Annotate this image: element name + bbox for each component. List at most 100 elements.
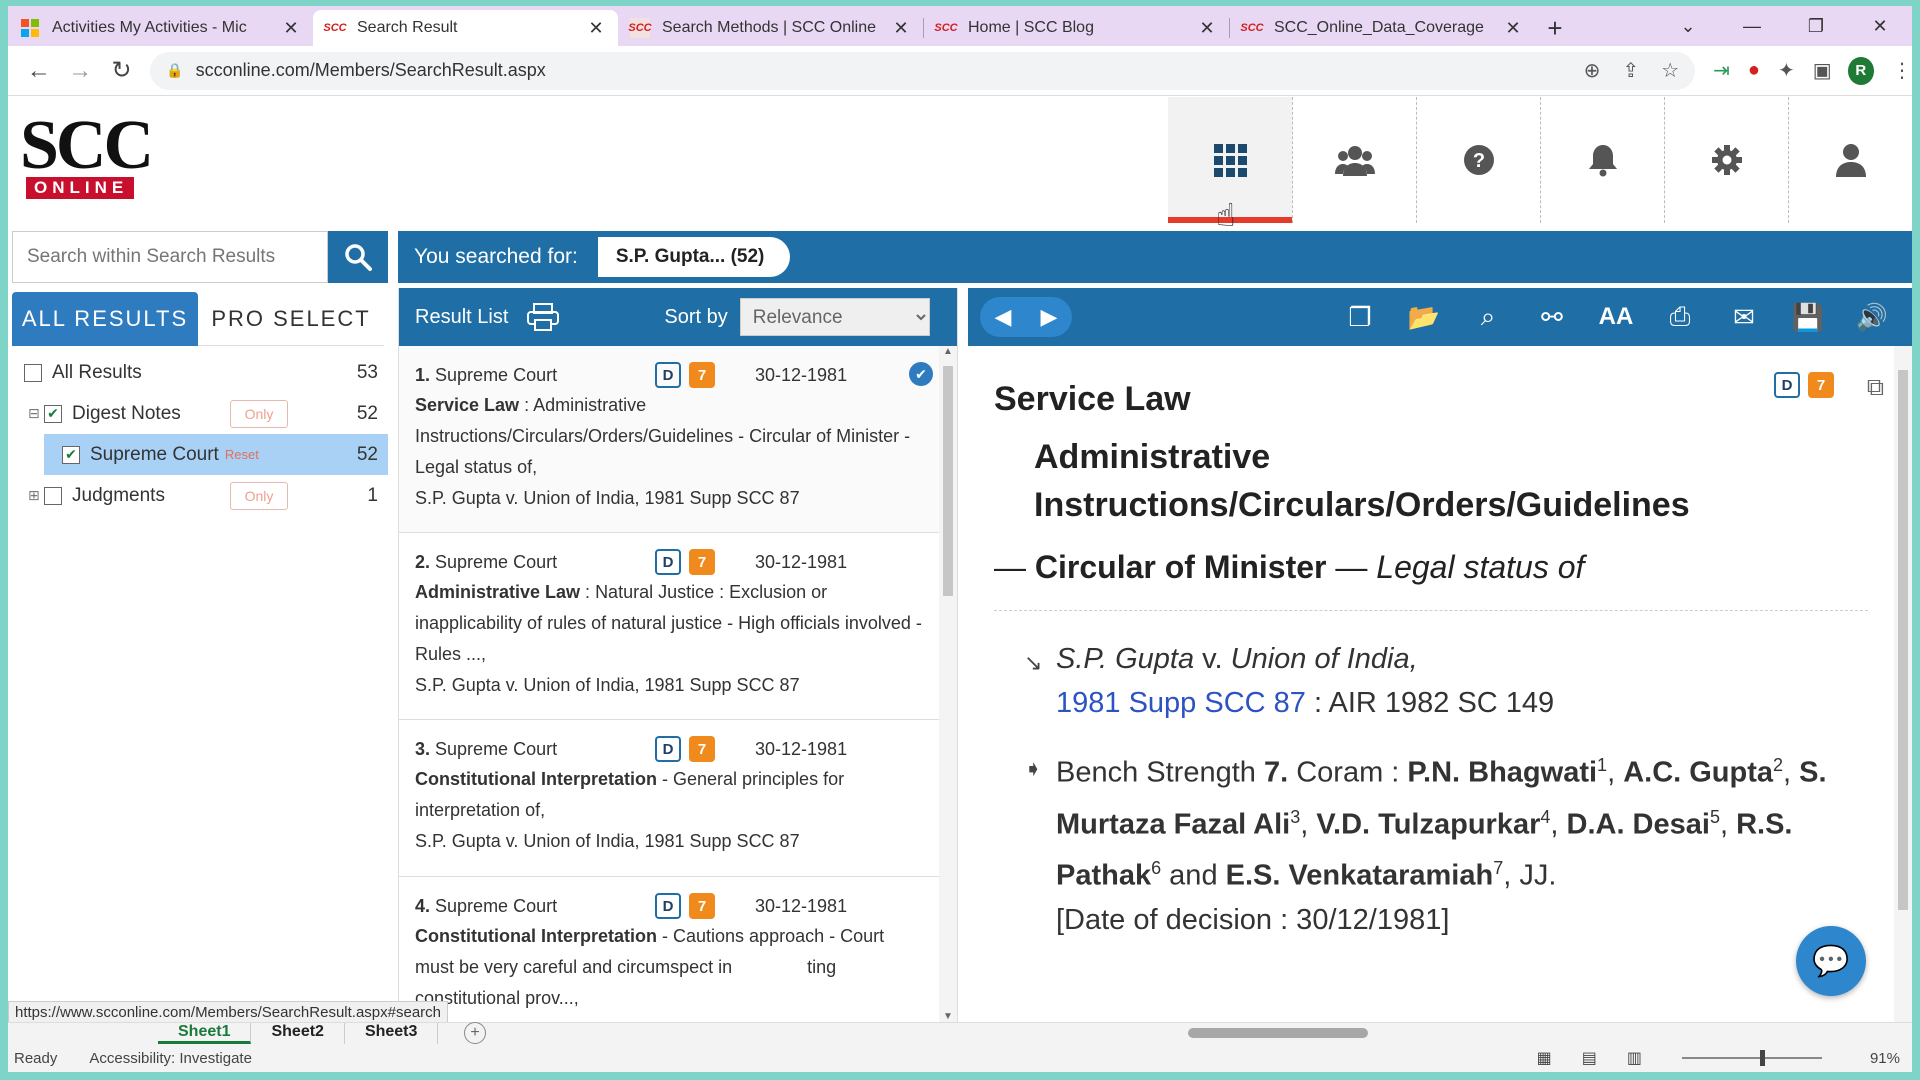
- font-size-icon[interactable]: AA: [1584, 303, 1648, 331]
- settings-button[interactable]: [1664, 97, 1788, 223]
- browser-menu-icon[interactable]: ⋮: [1892, 58, 1912, 83]
- sheet-tab[interactable]: Sheet3: [345, 1023, 439, 1044]
- result-citation[interactable]: S.P. Gupta v. Union of India, 1981 Supp …: [415, 670, 925, 701]
- result-item[interactable]: 1. Supreme Court D 7 30-12-1981 ✔ Servic…: [399, 346, 939, 533]
- horizontal-scrollbar-thumb[interactable]: [1188, 1028, 1368, 1038]
- browser-tab-data-coverage[interactable]: SCC SCC_Online_Data_Coverage ✕: [1230, 10, 1535, 46]
- scc-online-logo[interactable]: SCC ONLINE: [20, 111, 180, 205]
- scroll-down-icon[interactable]: ▼: [939, 1011, 957, 1022]
- result-court: Supreme Court: [435, 364, 558, 385]
- zoom-level[interactable]: 91%: [1870, 1050, 1900, 1067]
- search-within-input[interactable]: [12, 231, 328, 283]
- tab-search-icon[interactable]: ⌄: [1656, 16, 1720, 37]
- sort-select[interactable]: Relevance: [739, 298, 930, 336]
- browser-tab-scc-blog[interactable]: SCC Home | SCC Blog ✕: [924, 10, 1229, 46]
- print-icon[interactable]: ⎙: [1648, 301, 1712, 333]
- extensions-puzzle-icon[interactable]: ✦: [1778, 58, 1795, 83]
- search-document-icon[interactable]: ⌕: [1456, 301, 1520, 333]
- add-sheet-icon[interactable]: +: [464, 1022, 486, 1044]
- tab-title: Activities My Activities - Mic: [52, 19, 247, 36]
- open-folder-icon[interactable]: 📂: [1392, 302, 1456, 333]
- notifications-button[interactable]: [1540, 97, 1664, 223]
- extension-apple-icon[interactable]: ●: [1748, 59, 1760, 82]
- forward-arrow-icon[interactable]: →: [59, 57, 100, 85]
- sheet-tab[interactable]: Sheet1: [158, 1023, 252, 1044]
- open-external-icon[interactable]: ⧉: [1867, 374, 1884, 402]
- speaker-icon[interactable]: 🔊: [1840, 302, 1904, 333]
- citation-rest: : AIR 1982 SC 149: [1305, 687, 1555, 719]
- share-icon[interactable]: ⚯: [1520, 302, 1584, 333]
- browser-tab-search-result[interactable]: SCC Search Result ✕: [313, 10, 618, 46]
- help-button[interactable]: ?: [1416, 97, 1540, 223]
- close-tab-icon[interactable]: ✕: [1197, 18, 1217, 39]
- new-tab-icon[interactable]: +: [1535, 10, 1575, 46]
- copy-icon[interactable]: ❐: [1328, 302, 1392, 333]
- tab-pro-select[interactable]: PRO SELECT: [198, 292, 384, 346]
- filter-digest-notes[interactable]: ⊟ ✔ Digest Notes Only 52: [8, 393, 388, 434]
- result-item[interactable]: 2. Supreme Court D 7 30-12-1981 Administ…: [399, 533, 939, 720]
- minimize-icon[interactable]: —: [1720, 16, 1784, 37]
- all-results-checkbox[interactable]: [24, 363, 42, 382]
- browser-tab-search-methods[interactable]: SCC Search Methods | SCC Online ✕: [618, 10, 923, 46]
- result-citation[interactable]: S.P. Gupta v. Union of India, 1981 Supp …: [415, 483, 925, 514]
- digest-only-button[interactable]: Only: [230, 399, 288, 428]
- accessibility-status[interactable]: Accessibility: Investigate: [89, 1050, 252, 1067]
- restore-icon[interactable]: ❐: [1784, 16, 1848, 37]
- zoom-slider[interactable]: [1682, 1050, 1822, 1066]
- result-list-scrollbar[interactable]: ▲ ▼: [939, 346, 957, 1022]
- side-panel-icon[interactable]: ▣: [1813, 58, 1832, 83]
- document-heading: Service Law: [994, 380, 1191, 418]
- close-tab-icon[interactable]: ✕: [281, 18, 301, 39]
- result-item[interactable]: 3. Supreme Court D 7 30-12-1981 Constitu…: [399, 720, 939, 877]
- back-arrow-icon[interactable]: ←: [18, 57, 59, 85]
- extension-arrow-icon[interactable]: ⇥: [1713, 58, 1730, 83]
- close-tab-icon[interactable]: ✕: [891, 18, 911, 39]
- printer-icon[interactable]: [526, 302, 560, 332]
- chat-button[interactable]: 💬: [1796, 926, 1866, 996]
- filter-supreme-court[interactable]: ✔ Supreme Court Reset 52: [44, 434, 388, 475]
- judgments-only-button[interactable]: Only: [230, 481, 288, 510]
- digest-notes-checkbox[interactable]: ✔: [44, 404, 62, 423]
- email-icon[interactable]: ✉: [1712, 302, 1776, 333]
- save-icon[interactable]: 💾: [1776, 302, 1840, 333]
- scrollbar-thumb[interactable]: [943, 366, 953, 596]
- view-mode-icons[interactable]: ▦▤▥: [1537, 1048, 1672, 1068]
- citation-link[interactable]: 1981 Supp SCC 87: [1056, 687, 1306, 719]
- filter-all-results[interactable]: All Results 53: [8, 352, 388, 393]
- query-chip[interactable]: S.P. Gupta... (52): [597, 237, 791, 277]
- close-window-icon[interactable]: ✕: [1848, 16, 1912, 37]
- reload-icon[interactable]: ↻: [101, 56, 142, 85]
- bookmark-star-icon[interactable]: ☆: [1661, 58, 1679, 83]
- user-account-button[interactable]: [1788, 97, 1912, 223]
- close-tab-icon[interactable]: ✕: [1503, 18, 1523, 39]
- result-item[interactable]: 4. Supreme Court D 7 30-12-1981 Constitu…: [399, 877, 939, 1022]
- sheet-tab[interactable]: Sheet2: [251, 1023, 345, 1044]
- expand-icon[interactable]: ⊞: [28, 487, 40, 504]
- zoom-slider-handle[interactable]: [1760, 1050, 1765, 1066]
- divider: [994, 610, 1868, 611]
- result-head: Constitutional Interpretation: [415, 769, 657, 789]
- scrollbar-thumb[interactable]: [1898, 370, 1908, 910]
- tab-all-results[interactable]: ALL RESULTS: [12, 292, 198, 346]
- profile-avatar[interactable]: R: [1847, 56, 1875, 85]
- previous-doc-icon[interactable]: ◀: [995, 304, 1012, 330]
- supreme-court-reset-link[interactable]: Reset: [225, 447, 259, 462]
- next-doc-icon[interactable]: ▶: [1041, 304, 1058, 330]
- zoom-icon[interactable]: ⊕: [1584, 58, 1601, 83]
- share-icon[interactable]: ⇪: [1622, 58, 1639, 83]
- close-tab-icon[interactable]: ✕: [586, 18, 606, 39]
- document-scrollbar[interactable]: [1894, 346, 1912, 1022]
- judgments-checkbox[interactable]: [44, 486, 62, 505]
- browser-tab-activities[interactable]: Activities My Activities - Mic ✕: [8, 10, 313, 46]
- result-citation[interactable]: S.P. Gupta v. Union of India, 1981 Supp …: [415, 826, 925, 857]
- scroll-up-icon[interactable]: ▲: [939, 346, 957, 357]
- collapse-icon[interactable]: ⊟: [28, 405, 40, 422]
- url-bar[interactable]: 🔒 scconline.com/Members/SearchResult.asp…: [150, 51, 1696, 90]
- bench-badge: 7: [1808, 372, 1834, 398]
- result-list-header: Result List Sort by Relevance: [399, 288, 957, 346]
- supreme-court-checkbox[interactable]: ✔: [62, 445, 80, 464]
- filter-judgments[interactable]: ⊞ Judgments Only 1: [8, 475, 388, 516]
- users-button[interactable]: [1292, 97, 1416, 223]
- lock-icon[interactable]: 🔒: [166, 62, 183, 79]
- search-button[interactable]: [328, 231, 388, 283]
